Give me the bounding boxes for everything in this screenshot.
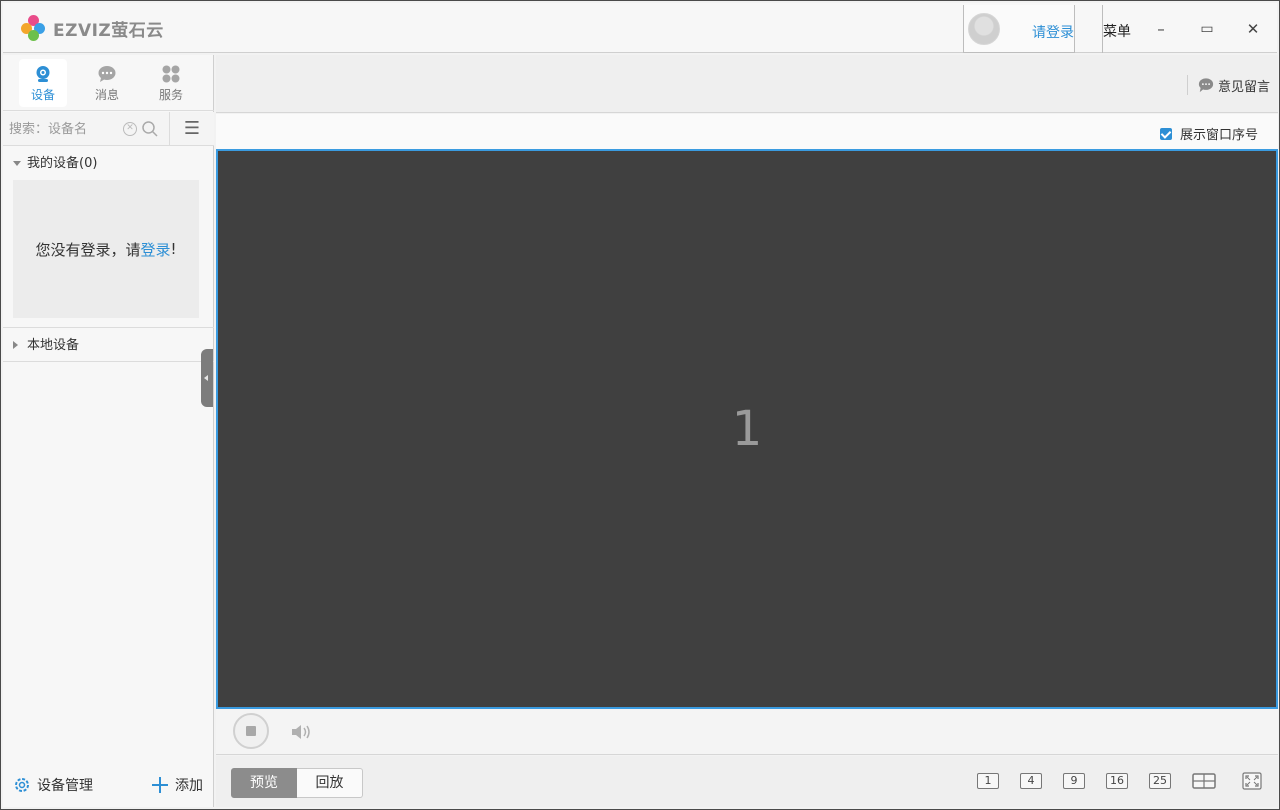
login-inline-link[interactable]: 登录 — [140, 239, 170, 260]
main-area: 意见留言 展示窗口序号 1 预览 回放 1 4 9 16 25 — [216, 55, 1278, 807]
feedback-label: 意见留言 — [1217, 79, 1270, 95]
sidebar-collapse-handle[interactable] — [201, 349, 213, 407]
bottom-bar: 预览 回放 1 4 9 16 25 — [216, 756, 1278, 807]
layout-25-button[interactable]: 25 — [1149, 773, 1171, 789]
video-window[interactable]: 1 — [216, 149, 1278, 709]
empty-devices-message: 您没有登录，请 登录! — [13, 180, 199, 318]
sidebar-tabs: 设备 消息 服务 — [3, 55, 214, 111]
avatar[interactable] — [968, 13, 1000, 45]
search-icon[interactable] — [141, 120, 159, 138]
top-toolbar: 意见留言 — [216, 55, 1278, 113]
search-row: ✕ ☰ — [3, 112, 214, 146]
tab-messages-label: 消息 — [94, 88, 119, 102]
search-input[interactable] — [9, 118, 119, 140]
volume-icon[interactable] — [290, 723, 314, 741]
message-icon — [98, 66, 116, 82]
stop-button[interactable] — [233, 713, 269, 749]
checkbox-checked-icon[interactable] — [1159, 127, 1172, 140]
empty-text-prefix: 您没有登录，请 — [35, 240, 141, 259]
sidebar-footer: 设备管理 添加 — [3, 767, 214, 807]
camera-icon — [36, 66, 50, 82]
tab-services[interactable]: 服务 — [147, 59, 195, 107]
custom-layout-icon[interactable] — [1192, 773, 1216, 789]
mode-tabs: 预览 回放 — [231, 768, 363, 798]
local-devices-label: 本地设备 — [27, 338, 80, 353]
title-bar: EZVIZ萤石云 请登录 菜单 – ▭ ✕ — [3, 3, 1277, 53]
tab-devices-label: 设备 — [30, 88, 55, 102]
ezviz-logo-icon — [21, 15, 47, 41]
divider — [3, 327, 214, 328]
clear-search-icon[interactable]: ✕ — [123, 122, 137, 136]
my-devices-group[interactable]: 我的设备(0) — [3, 148, 214, 180]
app-logo: EZVIZ萤石云 — [21, 15, 164, 41]
tab-messages[interactable]: 消息 — [83, 59, 131, 107]
plus-icon — [152, 777, 168, 793]
empty-text-suffix: ! — [170, 240, 177, 258]
tab-services-label: 服务 — [158, 88, 183, 102]
menu-divider — [1075, 5, 1103, 53]
minimize-button[interactable]: – — [1149, 17, 1173, 41]
options-row: 展示窗口序号 — [216, 114, 1278, 149]
layout-16-button[interactable]: 16 — [1106, 773, 1128, 789]
playback-controls — [216, 709, 1278, 755]
fullscreen-icon[interactable] — [1242, 772, 1262, 790]
list-view-button[interactable]: ☰ — [169, 112, 214, 146]
app-window: EZVIZ萤石云 请登录 菜单 – ▭ ✕ 设备 消息 服务 搜索：设备名 ✕ … — [0, 0, 1280, 810]
app-logo-text: EZVIZ萤石云 — [53, 20, 164, 41]
show-window-index-label: 展示窗口序号 — [1179, 128, 1258, 143]
device-manage-label: 设备管理 — [37, 778, 93, 794]
divider — [3, 361, 214, 362]
gear-icon — [15, 778, 29, 792]
tab-preview[interactable]: 预览 — [231, 768, 297, 798]
layout-buttons: 1 4 9 16 25 — [977, 772, 1278, 790]
collapse-caret-icon — [13, 341, 18, 349]
grid-icon — [162, 65, 180, 83]
user-area[interactable]: 请登录 — [963, 5, 1075, 53]
device-manage-button[interactable]: 设备管理 — [13, 775, 93, 795]
login-link[interactable]: 请登录 — [1032, 22, 1074, 42]
feedback-button[interactable]: 意见留言 — [1187, 75, 1270, 95]
my-devices-label: 我的设备(0) — [27, 156, 98, 171]
expand-caret-icon — [13, 161, 21, 166]
window-number: 1 — [731, 401, 763, 457]
add-device-button[interactable]: 添加 — [151, 775, 203, 795]
sidebar: 设备 消息 服务 ✕ — [3, 55, 214, 807]
layout-1-button[interactable]: 1 — [977, 773, 999, 789]
menu-button[interactable]: 菜单 — [1103, 21, 1131, 41]
layout-9-button[interactable]: 9 — [1063, 773, 1085, 789]
comment-icon — [1198, 78, 1214, 93]
tab-playback[interactable]: 回放 — [297, 768, 363, 798]
layout-4-button[interactable]: 4 — [1020, 773, 1042, 789]
show-window-index-checkbox[interactable]: 展示窗口序号 — [1159, 124, 1258, 143]
local-devices-group[interactable]: 本地设备 — [3, 330, 214, 362]
close-button[interactable]: ✕ — [1241, 17, 1265, 41]
tab-devices[interactable]: 设备 — [19, 59, 67, 107]
add-device-label: 添加 — [175, 778, 203, 794]
maximize-button[interactable]: ▭ — [1195, 17, 1219, 41]
